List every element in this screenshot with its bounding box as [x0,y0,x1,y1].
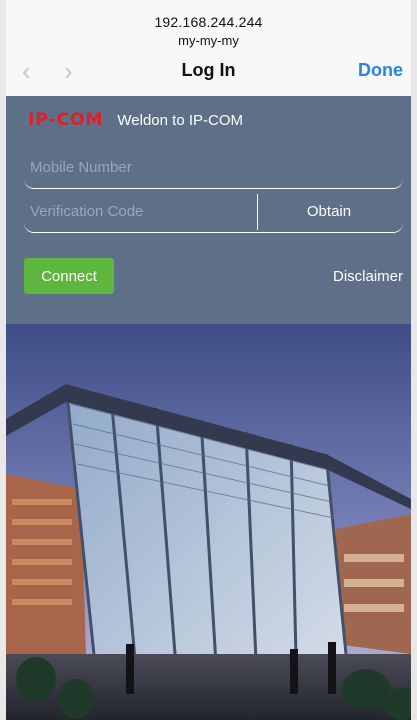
welcome-text: Weldon to IP-COM [117,111,243,129]
verification-code-input[interactable] [24,192,254,230]
brand-header: IP-COM Weldon to IP-COM [28,110,243,130]
obtain-code-button[interactable]: Obtain [255,192,403,230]
login-panel: IP-COM Weldon to IP-COM Obtain Connect D… [6,96,411,324]
done-button[interactable]: Done [358,60,403,81]
phone-frame: 192.168.244.244 my-my-my ‹ › Log In Done… [0,0,417,720]
browser-top-bar: 192.168.244.244 my-my-my ‹ › Log In Done [6,0,411,97]
mobile-number-field [24,148,403,189]
verification-code-field: Obtain [24,192,403,233]
mobile-number-input[interactable] [24,148,403,186]
page-title: Log In [181,60,236,80]
building-illustration [6,324,411,720]
building-banner-image [6,324,411,720]
disclaimer-link[interactable]: Disclaimer [333,268,403,285]
network-name: my-my-my [178,33,239,48]
connect-button[interactable]: Connect [24,258,114,294]
url-text: 192.168.244.244 [154,14,263,30]
ip-com-logo: IP-COM [28,110,104,130]
